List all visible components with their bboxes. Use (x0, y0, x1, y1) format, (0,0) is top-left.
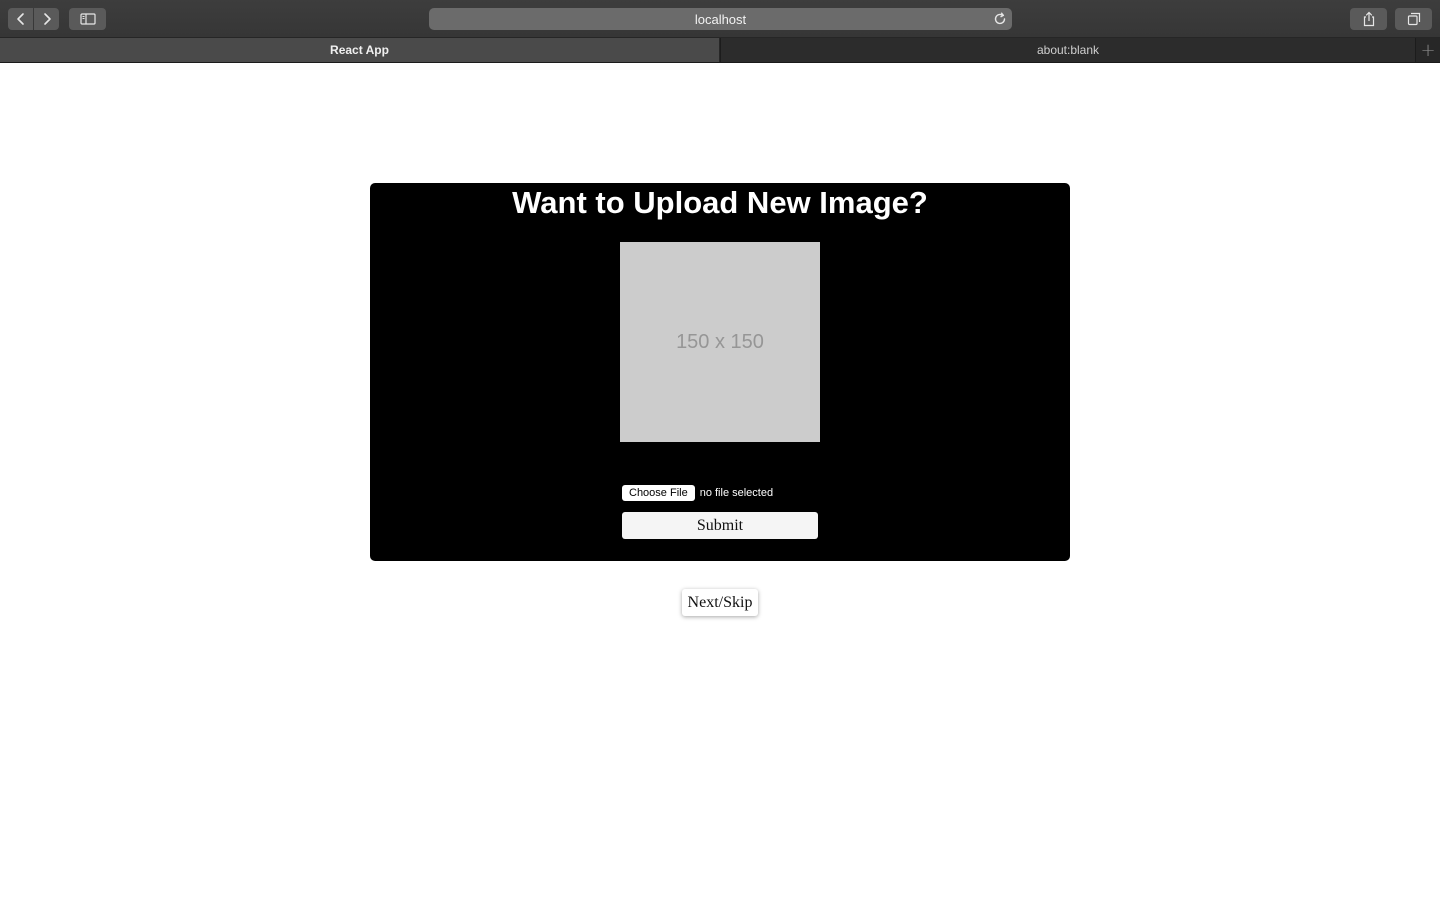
address-bar[interactable]: localhost (429, 8, 1012, 30)
browser-toolbar: localhost (0, 0, 1440, 38)
next-skip-button[interactable]: Next/Skip (682, 589, 758, 616)
placeholder-text: 150 x 150 (676, 330, 764, 353)
tabs-overview-icon (1407, 12, 1420, 26)
tab-about-blank[interactable]: about:blank (720, 38, 1415, 62)
chevron-right-icon (43, 13, 51, 25)
chevron-left-icon (16, 13, 24, 25)
sidebar-toggle-button[interactable] (69, 8, 106, 30)
tab-react-app[interactable]: React App (0, 38, 719, 62)
image-preview-placeholder: 150 x 150 (620, 242, 820, 442)
forward-button[interactable] (34, 8, 59, 30)
file-input: Choose File no file selected (622, 485, 773, 501)
tab-label: React App (330, 43, 389, 57)
choose-file-button[interactable]: Choose File (622, 485, 695, 501)
upload-card: Want to Upload New Image? 150 x 150 Choo… (370, 183, 1070, 561)
tabs-overview-button[interactable] (1395, 8, 1432, 30)
address-text: localhost (694, 11, 747, 27)
sidebar-icon (79, 13, 96, 25)
share-button[interactable] (1350, 8, 1387, 30)
share-icon (1363, 11, 1374, 27)
submit-button[interactable]: Submit (622, 512, 818, 539)
back-button[interactable] (8, 8, 33, 30)
plus-icon: + (1420, 39, 1436, 61)
page-content: Want to Upload New Image? 150 x 150 Choo… (0, 63, 1440, 900)
tab-bar: React App about:blank + (0, 38, 1440, 63)
new-tab-button[interactable]: + (1415, 38, 1440, 62)
file-status-text: no file selected (699, 487, 774, 499)
page-title: Want to Upload New Image? (512, 185, 928, 220)
tab-label: about:blank (1036, 43, 1100, 57)
reload-icon[interactable] (993, 12, 1007, 26)
